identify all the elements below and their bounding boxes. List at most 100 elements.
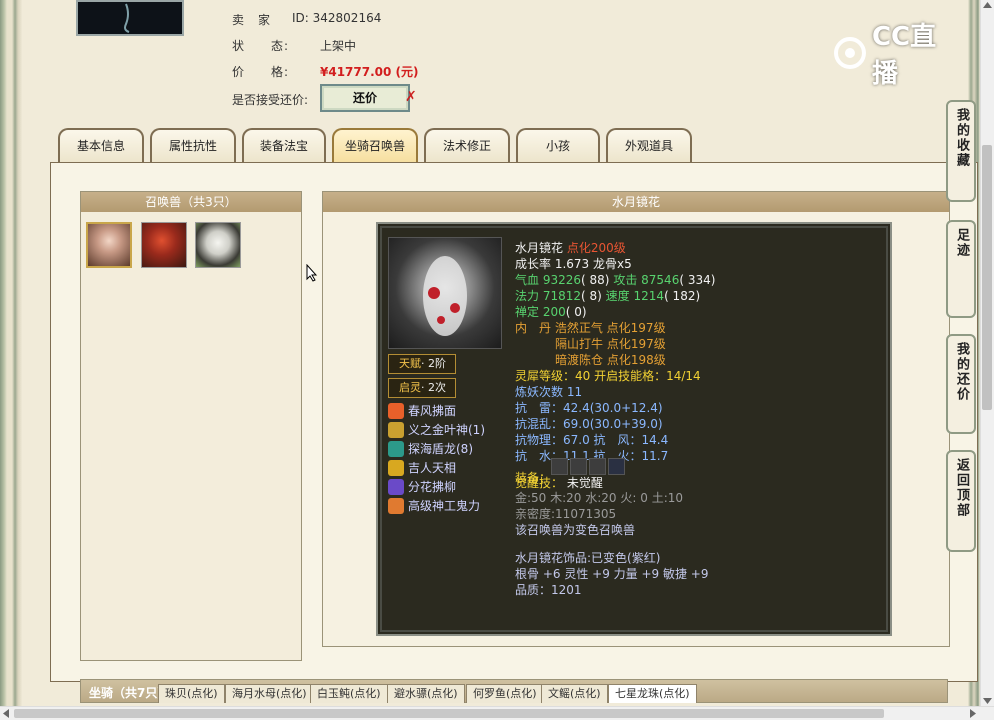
scroll-up-icon[interactable] (983, 2, 992, 8)
favorites-label: 我的收藏 (954, 108, 969, 168)
skill-item[interactable]: 义之金叶神(1) (388, 421, 485, 438)
pet-list-title: 召唤兽（共3只） (81, 192, 301, 212)
spd-label: 速度 (605, 289, 630, 303)
mp-bonus: ( 8) (581, 289, 602, 303)
skill-icon (388, 421, 404, 438)
pet-avatar-3[interactable] (195, 222, 241, 268)
footprint-label: 足迹 (954, 228, 969, 258)
logo-text: CC直播 (871, 22, 937, 89)
close-icon: ✗ (405, 89, 417, 105)
tab-appearance[interactable]: 外观道具 (606, 128, 692, 162)
pet-detail-title: 水月镜花 (323, 192, 949, 212)
atk-bonus: ( 334) (679, 273, 716, 287)
status-label: 状 态: (232, 39, 290, 53)
variant-line: 该召唤兽为变色召唤兽 (515, 523, 636, 537)
zen-bonus: ( 0) (565, 305, 587, 319)
seller-id: ID: 342802164 (292, 11, 382, 25)
attribute-bonus-line: 根骨 +6 灵性 +9 力量 +9 敏捷 +9 (515, 567, 709, 581)
atk-label: 攻击 (613, 273, 638, 287)
neidan-label: 内 丹 (515, 321, 552, 335)
page-frame-left (0, 0, 22, 720)
zen-label: 禅定 (515, 305, 540, 319)
equip-slot[interactable] (589, 458, 606, 475)
hp-label: 气血 (515, 273, 540, 287)
spd-bonus: ( 182) (664, 289, 701, 303)
skill-item[interactable]: 春风拂面 (388, 402, 456, 419)
equip-slot[interactable] (551, 458, 568, 475)
back-to-top-button[interactable]: 返回顶部 (946, 450, 976, 552)
skill-name: 义之金叶神(1) (408, 423, 485, 437)
skill-icon (388, 497, 404, 514)
favorites-button[interactable]: 我的收藏 (946, 100, 976, 202)
hp-bonus: ( 88) (581, 273, 610, 287)
quality-line: 品质：1201 (515, 583, 582, 597)
mount-tab[interactable]: 何罗鱼(点化) (466, 684, 544, 703)
skill-name: 探海盾龙(8) (408, 442, 473, 456)
scroll-left-icon[interactable] (3, 709, 9, 718)
cc-live-logo: CC直播 (832, 22, 962, 89)
price-label: 价 格: (232, 65, 290, 79)
skill-item[interactable]: 吉人天相 (388, 459, 456, 476)
talent-badge: 天赋· 2阶 (388, 354, 456, 374)
scroll-right-icon[interactable] (970, 709, 976, 718)
seller-label: 卖 家 (232, 13, 272, 27)
my-counter-offers-button[interactable]: 我的还价 (946, 334, 976, 434)
skill-item[interactable]: 探海盾龙(8) (388, 440, 473, 457)
equip-slots (551, 458, 625, 475)
tab-attributes[interactable]: 属性抗性 (150, 128, 236, 162)
lianyao-line: 炼妖次数 11 (515, 385, 583, 399)
resist-physical-wind: 抗物理：67.0 抗 风：14.4 (515, 433, 669, 447)
awaken-label: 觉醒技： (515, 476, 564, 490)
tab-spell-correction[interactable]: 法术修正 (424, 128, 510, 162)
skill-name: 高级神工鬼力 (408, 499, 481, 513)
pet-avatar-1[interactable] (86, 222, 132, 268)
pet-name-line: 水月镜花 点化200级 (515, 240, 626, 256)
pet-avatar-2[interactable] (141, 222, 187, 268)
mount-tab[interactable]: 珠贝(点化) (158, 684, 225, 703)
mount-tab[interactable]: 避水骠(点化) (387, 684, 465, 703)
tab-equipment[interactable]: 装备法宝 (242, 128, 326, 162)
my-counter-offers-label: 我的还价 (954, 342, 969, 402)
equip-slot[interactable] (608, 458, 625, 475)
skill-icon (388, 402, 404, 419)
mp-spd-line: 法力 71812( 8) 速度 1214( 182) (515, 288, 700, 304)
product-thumbnail (76, 0, 184, 36)
status-value: 上架中 (320, 39, 357, 53)
zen-line: 禅定 200( 0) (515, 304, 587, 320)
awaken-value: 未觉醒 (566, 476, 603, 490)
skill-item[interactable]: 高级神工鬼力 (388, 497, 480, 514)
equip-slot[interactable] (570, 458, 587, 475)
intimacy-line: 亲密度:11071305 (515, 507, 617, 521)
skill-name: 分花拂柳 (408, 480, 457, 494)
skill-icon (388, 478, 404, 495)
growth-rate: 成长率 1.673 龙骨x5 (515, 257, 632, 271)
vertical-scrollbar-thumb[interactable] (982, 145, 992, 410)
mount-tab[interactable]: 七星龙珠(点化) (608, 684, 697, 703)
tab-children[interactable]: 小孩 (516, 128, 600, 162)
hp-value: 93226 (542, 273, 582, 287)
resist-thunder: 抗 雷：42.4(30.0+12.4) (515, 401, 663, 415)
footprint-button[interactable]: 足迹 (946, 220, 976, 318)
enlighten-badge: 启灵· 2次 (388, 378, 456, 398)
skill-icon (388, 459, 404, 476)
skill-item[interactable]: 分花拂柳 (388, 478, 456, 495)
zen-value: 200 (542, 305, 566, 319)
scroll-down-icon[interactable] (983, 698, 992, 704)
pet-portrait-art (423, 256, 467, 336)
skill-name: 吉人天相 (408, 461, 457, 475)
tab-mounts-pets[interactable]: 坐骑召唤兽 (332, 128, 418, 162)
mouse-cursor-icon (306, 264, 318, 282)
cc-logo-icon (833, 37, 866, 69)
mount-tab[interactable]: 文鳐(点化) (541, 684, 608, 703)
neidan-line-1: 内 丹 浩然正气 点化197级 (515, 320, 666, 336)
awaken-line: 觉醒技： 未觉醒 (515, 475, 603, 491)
pet-portrait (388, 237, 502, 349)
talent-value: · 2阶 (421, 357, 446, 370)
mp-label: 法力 (515, 289, 540, 303)
tab-basic-info[interactable]: 基本信息 (58, 128, 144, 162)
mount-tab[interactable]: 白玉鲀(点化) (310, 684, 388, 703)
counter-offer-button[interactable]: 还价 (320, 84, 410, 112)
mount-tab[interactable]: 海月水母(点化) (225, 684, 314, 703)
elements-line: 金:50 木:20 水:20 火: 0 土:10 (515, 491, 684, 505)
horizontal-scrollbar-thumb[interactable] (14, 709, 884, 718)
